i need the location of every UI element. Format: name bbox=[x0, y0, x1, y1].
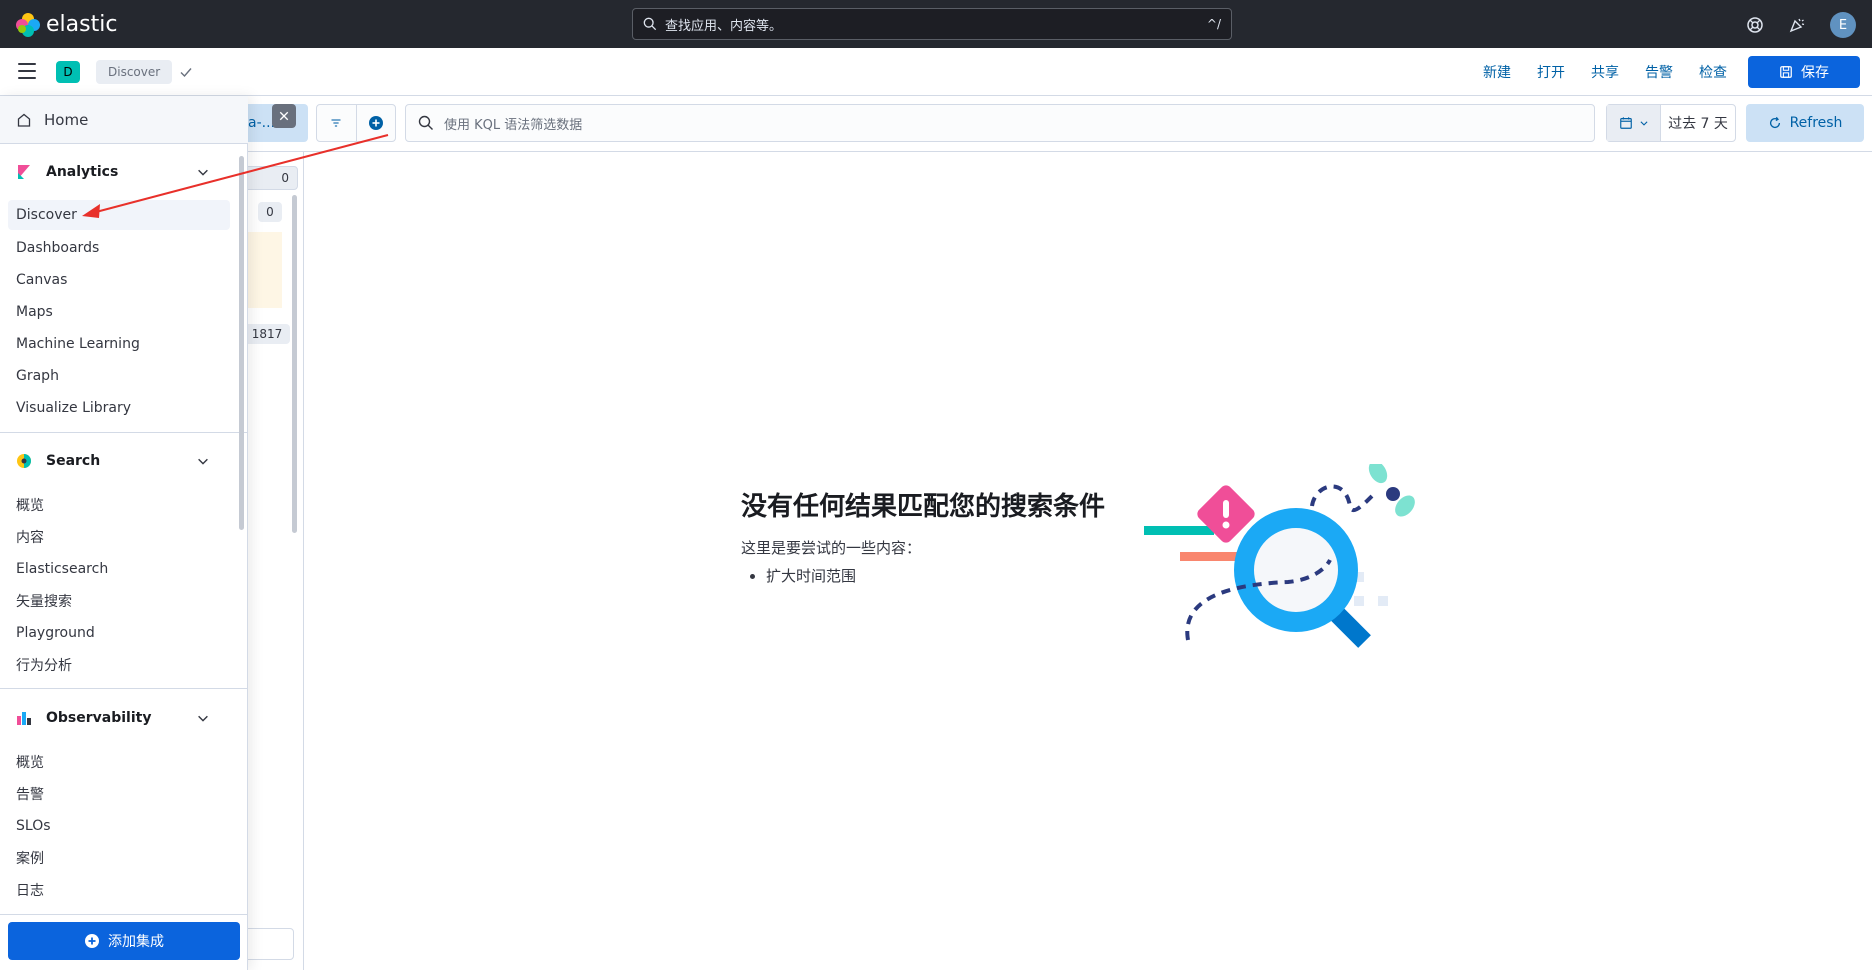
nav-item-cases[interactable]: 案例 bbox=[16, 846, 44, 870]
kql-search-input[interactable]: 使用 KQL 语法筛选数据 bbox=[405, 104, 1595, 142]
refresh-icon bbox=[1769, 116, 1780, 129]
nav-item-elasticsearch[interactable]: Elasticsearch bbox=[16, 557, 108, 581]
data-view-label: a-... bbox=[248, 115, 275, 131]
nav-item-slos[interactable]: SLOs bbox=[16, 814, 51, 838]
nav-home[interactable]: Home bbox=[0, 96, 248, 144]
nav-section-analytics[interactable]: Analytics bbox=[0, 152, 240, 192]
save-icon bbox=[1780, 66, 1792, 78]
observability-logo-icon bbox=[17, 712, 31, 725]
top-header: elastic 查找应用、内容等。 ^/ E bbox=[0, 0, 1872, 48]
plus-circle-icon bbox=[85, 934, 99, 948]
nav-section-search[interactable]: Search bbox=[0, 441, 240, 481]
no-results-subtitle: 这里是要尝试的一些内容： bbox=[741, 539, 922, 557]
quick-menu-button[interactable] bbox=[1607, 105, 1661, 141]
global-search-placeholder: 查找应用、内容等。 bbox=[665, 18, 783, 34]
inspect-button[interactable]: 检查 bbox=[1686, 56, 1740, 88]
filter-icon bbox=[331, 119, 341, 127]
no-results-illustration bbox=[1144, 464, 1415, 648]
help-icon[interactable] bbox=[1746, 16, 1764, 34]
field-list-scrollbar[interactable] bbox=[292, 195, 297, 533]
field-filter-count[interactable]: 0 bbox=[244, 166, 298, 190]
chevron-down-icon bbox=[198, 458, 208, 465]
space-avatar[interactable]: D bbox=[56, 61, 80, 83]
side-navigation: Home Analytics Discover Dashboards Canva… bbox=[0, 96, 248, 970]
home-icon bbox=[17, 113, 31, 127]
search-shortcut: ^/ bbox=[1206, 17, 1221, 31]
nav-item-maps[interactable]: Maps bbox=[16, 300, 53, 324]
nav-divider bbox=[0, 688, 248, 689]
global-search-input[interactable]: 查找应用、内容等。 ^/ bbox=[632, 8, 1232, 40]
suggestions-list: 扩大时间范围 bbox=[752, 565, 856, 586]
selected-fields-count: 0 bbox=[258, 202, 282, 222]
nav-section-observability[interactable]: Observability bbox=[0, 698, 240, 738]
elastic-logo[interactable]: elastic bbox=[16, 12, 117, 37]
save-button[interactable]: 保存 bbox=[1748, 56, 1860, 88]
nav-item-observability-overview[interactable]: 概览 bbox=[16, 750, 44, 774]
chevron-down-icon bbox=[198, 715, 208, 722]
search-icon bbox=[643, 17, 657, 31]
kql-placeholder: 使用 KQL 语法筛选数据 bbox=[444, 117, 583, 133]
nav-section-observability-title: Observability bbox=[46, 710, 152, 726]
menu-toggle-icon[interactable] bbox=[18, 63, 36, 79]
kibana-logo-icon bbox=[18, 165, 30, 179]
nav-item-visualize-library[interactable]: Visualize Library bbox=[16, 396, 131, 420]
refresh-button[interactable]: Refresh bbox=[1746, 104, 1864, 142]
search-icon bbox=[418, 115, 433, 130]
nav-item-alerts[interactable]: 告警 bbox=[16, 782, 44, 806]
calendar-icon bbox=[1619, 117, 1632, 129]
add-filter-button[interactable] bbox=[355, 105, 396, 141]
logo-text: elastic bbox=[46, 12, 118, 37]
elastic-logo-icon bbox=[16, 12, 40, 37]
refresh-label: Refresh bbox=[1789, 115, 1843, 131]
nav-item-playground[interactable]: Playground bbox=[16, 621, 95, 645]
add-integrations-label: 添加集成 bbox=[108, 934, 164, 950]
query-bar: a-... 使用 KQL 语法筛选数据 过去 7 天 Refresh bbox=[208, 96, 1872, 152]
nav-item-canvas[interactable]: Canvas bbox=[16, 268, 67, 292]
nav-item-content[interactable]: 内容 bbox=[16, 525, 44, 549]
nav-scrollbar[interactable] bbox=[239, 156, 244, 530]
share-button[interactable]: 共享 bbox=[1578, 56, 1632, 88]
filter-button-group bbox=[316, 104, 396, 142]
nav-item-behavioral-analytics[interactable]: 行为分析 bbox=[16, 653, 72, 677]
news-feed-icon[interactable] bbox=[1788, 16, 1806, 34]
nav-item-dashboards[interactable]: Dashboards bbox=[16, 236, 99, 260]
chevron-down-icon bbox=[1639, 121, 1648, 126]
nav-item-discover[interactable]: Discover bbox=[8, 200, 230, 230]
save-label: 保存 bbox=[1801, 65, 1829, 81]
filter-menu-button[interactable] bbox=[317, 105, 356, 141]
new-button[interactable]: 新建 bbox=[1470, 56, 1524, 88]
nav-item-search-overview[interactable]: 概览 bbox=[16, 493, 44, 517]
app-menu-bar: D Discover 新建 打开 共享 告警 检查 保存 bbox=[0, 48, 1872, 96]
nav-divider bbox=[0, 432, 248, 433]
chevron-down-icon bbox=[198, 169, 208, 176]
open-button[interactable]: 打开 bbox=[1524, 56, 1578, 88]
check-icon bbox=[180, 68, 192, 78]
nav-item-graph[interactable]: Graph bbox=[16, 364, 59, 388]
add-integrations-button[interactable]: 添加集成 bbox=[8, 922, 240, 960]
available-fields-count: 1817 bbox=[244, 324, 290, 344]
alerts-button[interactable]: 告警 bbox=[1632, 56, 1686, 88]
close-icon[interactable] bbox=[272, 104, 296, 128]
time-range-text[interactable]: 过去 7 天 bbox=[1661, 105, 1735, 141]
plus-circle-icon bbox=[368, 116, 383, 130]
nav-item-vector-search[interactable]: 矢量搜索 bbox=[16, 589, 72, 613]
user-avatar[interactable]: E bbox=[1830, 12, 1856, 38]
no-results-title: 没有任何结果匹配您的搜索条件 bbox=[741, 492, 1106, 522]
suggestion-item: 扩大时间范围 bbox=[766, 565, 856, 586]
nav-item-logs[interactable]: 日志 bbox=[16, 878, 44, 902]
nav-divider bbox=[0, 914, 248, 915]
nav-section-analytics-title: Analytics bbox=[46, 164, 119, 180]
breadcrumb-discover[interactable]: Discover bbox=[96, 60, 173, 84]
nav-section-search-title: Search bbox=[46, 453, 101, 469]
enterprise-search-logo-icon bbox=[17, 454, 31, 468]
nav-item-machine-learning[interactable]: Machine Learning bbox=[16, 332, 140, 356]
nav-home-label: Home bbox=[44, 110, 89, 129]
date-picker: 过去 7 天 bbox=[1606, 104, 1736, 142]
